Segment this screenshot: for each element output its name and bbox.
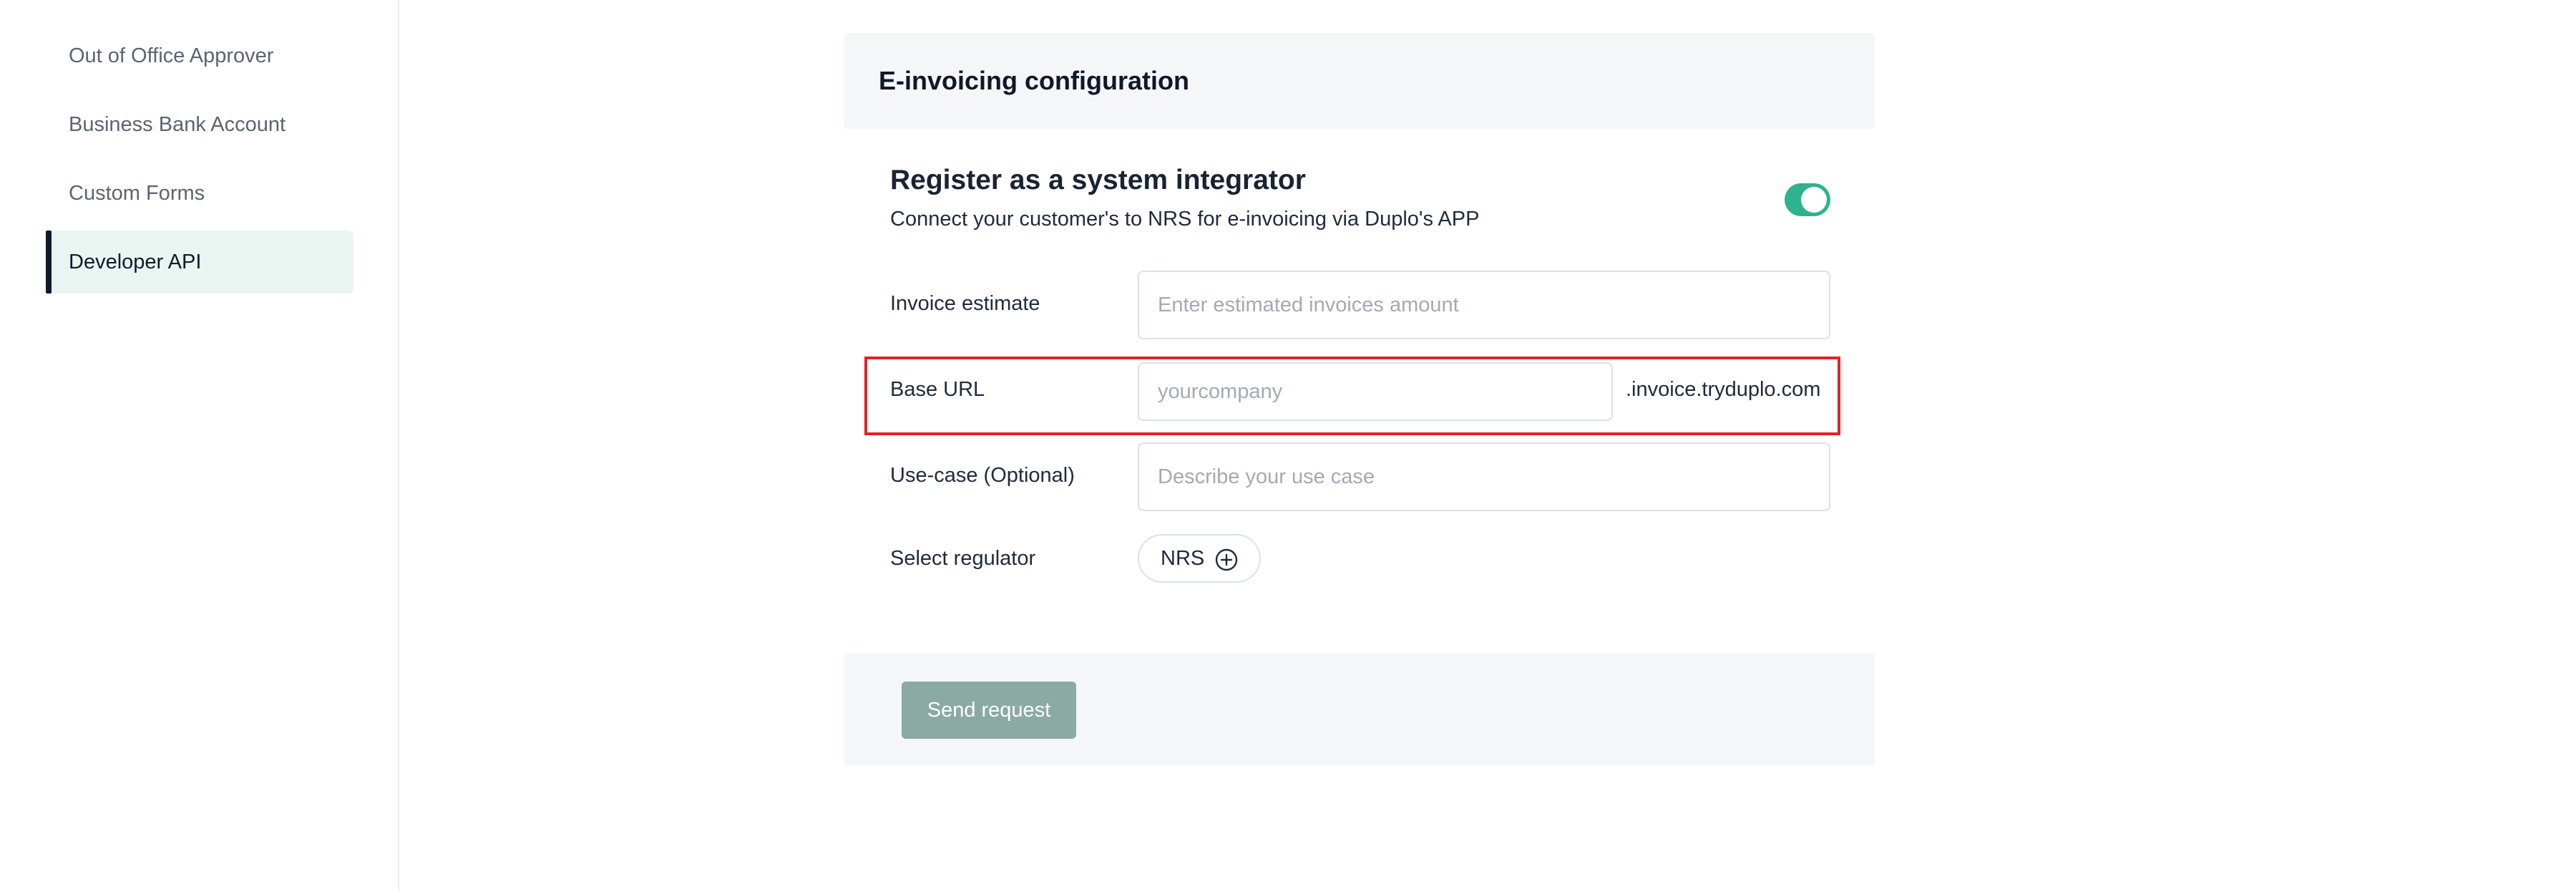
regulator-chip-label: NRS	[1161, 546, 1205, 570]
form-footer: Send request	[844, 653, 1875, 766]
integrator-toggle[interactable]	[1785, 183, 1830, 216]
base-url-input[interactable]	[1138, 362, 1613, 421]
sidebar-item-custom-forms[interactable]: Custom Forms	[46, 162, 353, 225]
invoice-estimate-label: Invoice estimate	[890, 292, 1040, 315]
config-header: E-invoicing configuration	[844, 33, 1875, 129]
select-regulator-label: Select regulator	[890, 547, 1036, 570]
sidebar-item-developer-api[interactable]: Developer API	[46, 231, 353, 294]
invoice-estimate-input[interactable]	[1138, 271, 1830, 339]
sidebar: Out of Office Approver Business Bank Acc…	[0, 0, 399, 892]
sidebar-item-label: Out of Office Approver	[69, 44, 274, 67]
sidebar-item-label: Developer API	[69, 250, 202, 273]
base-url-label: Base URL	[890, 378, 985, 401]
use-case-label: Use-case (Optional)	[890, 464, 1075, 487]
integrator-title: Register as a system integrator	[890, 165, 1306, 195]
sidebar-item-business-bank-account[interactable]: Business Bank Account	[46, 93, 353, 156]
toggle-knob	[1801, 187, 1827, 213]
page-title: E-invoicing configuration	[879, 66, 1189, 95]
sidebar-item-label: Business Bank Account	[69, 112, 286, 136]
sidebar-item-label: Custom Forms	[69, 181, 205, 205]
plus-circle-icon	[1215, 548, 1238, 571]
base-url-suffix: .invoice.tryduplo.com	[1626, 378, 1821, 401]
send-request-button[interactable]: Send request	[902, 682, 1076, 739]
regulator-chip-nrs[interactable]: NRS	[1138, 534, 1261, 583]
integrator-subtitle: Connect your customer's to NRS for e-inv…	[890, 208, 1480, 231]
use-case-input[interactable]	[1138, 442, 1830, 511]
sidebar-item-out-of-office-approver[interactable]: Out of Office Approver	[46, 24, 353, 87]
